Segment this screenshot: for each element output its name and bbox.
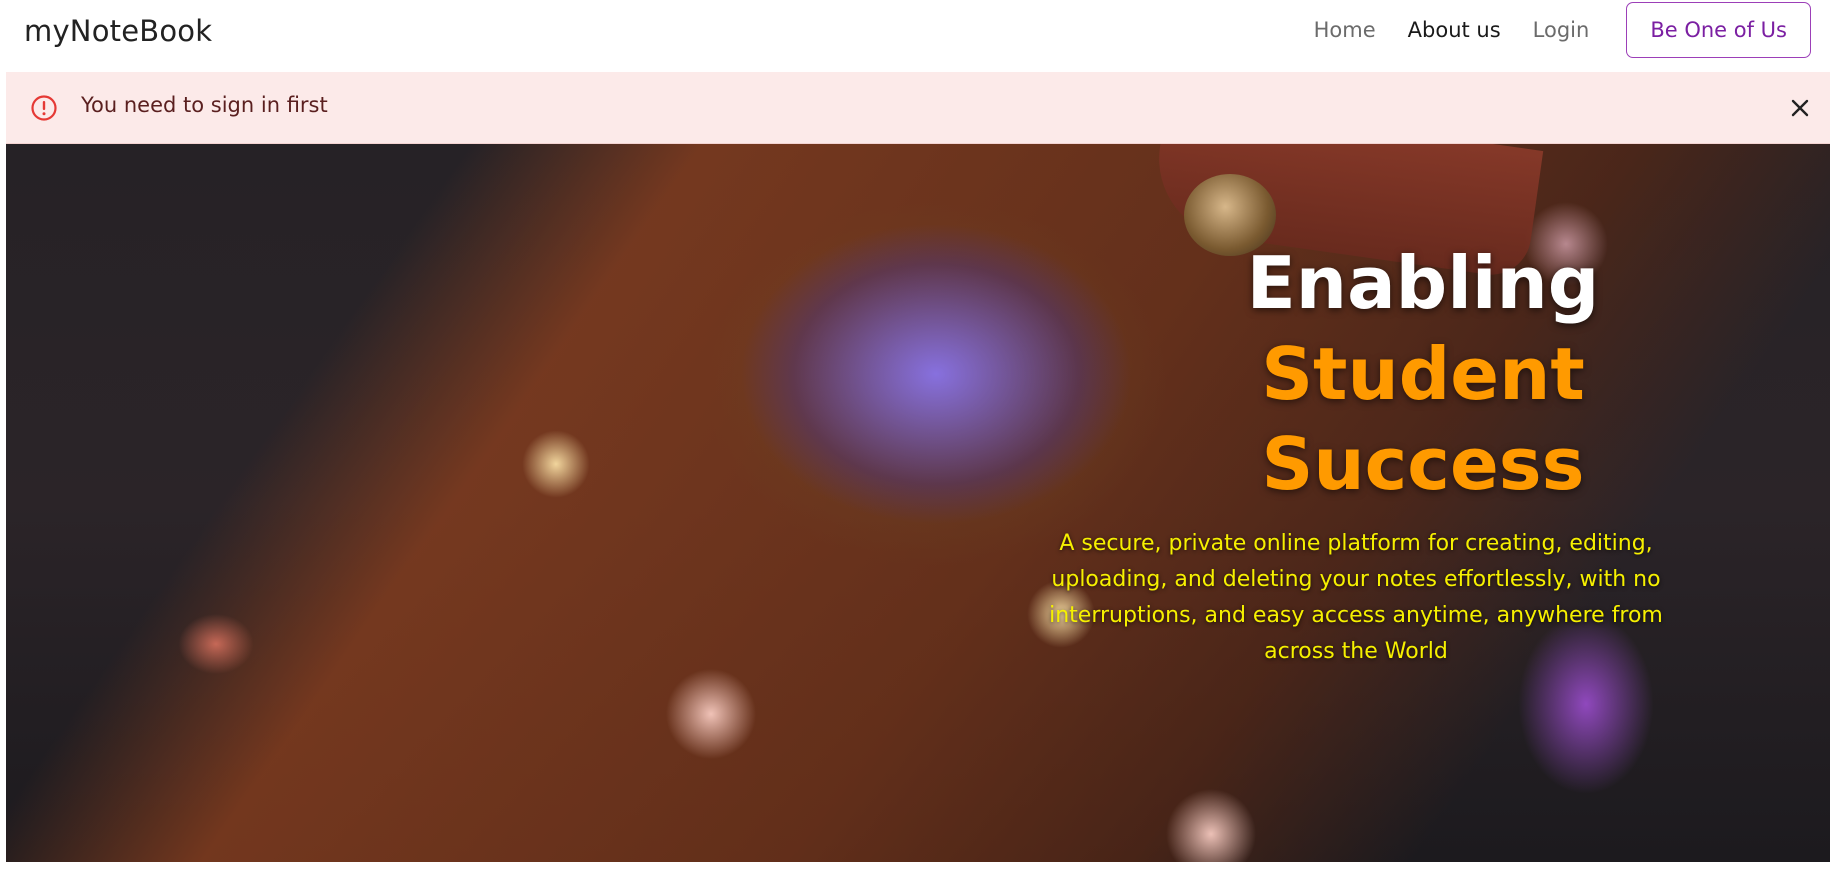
hero-subtitle: A secure, private online platform for cr… (1049, 531, 1663, 664)
brand-logo[interactable]: myNoteBook (24, 14, 212, 48)
top-navbar: myNoteBook Home About us Login Be One of… (0, 0, 1830, 72)
hero-title-line3: Success (1261, 422, 1585, 506)
hero-banner: Enabling Student Success A secure, priva… (6, 144, 1830, 862)
exclamation-circle-icon (30, 94, 58, 122)
sign-in-alert: You need to sign in first (6, 72, 1830, 144)
hero-title-line1: Enabling (1246, 241, 1600, 325)
close-icon[interactable] (1786, 94, 1814, 122)
nav-link-home[interactable]: Home (1314, 18, 1376, 42)
nav-link-login[interactable]: Login (1533, 18, 1590, 42)
hero-text-block: Enabling Student Success A secure, priva… (1016, 237, 1830, 670)
nav-links: Home About us Login Be One of Us (1314, 2, 1811, 58)
alert-message: You need to sign in first (81, 93, 328, 117)
nav-link-about[interactable]: About us (1408, 18, 1501, 42)
hero-title-line2: Student (1261, 332, 1585, 416)
be-one-of-us-button[interactable]: Be One of Us (1626, 2, 1811, 58)
